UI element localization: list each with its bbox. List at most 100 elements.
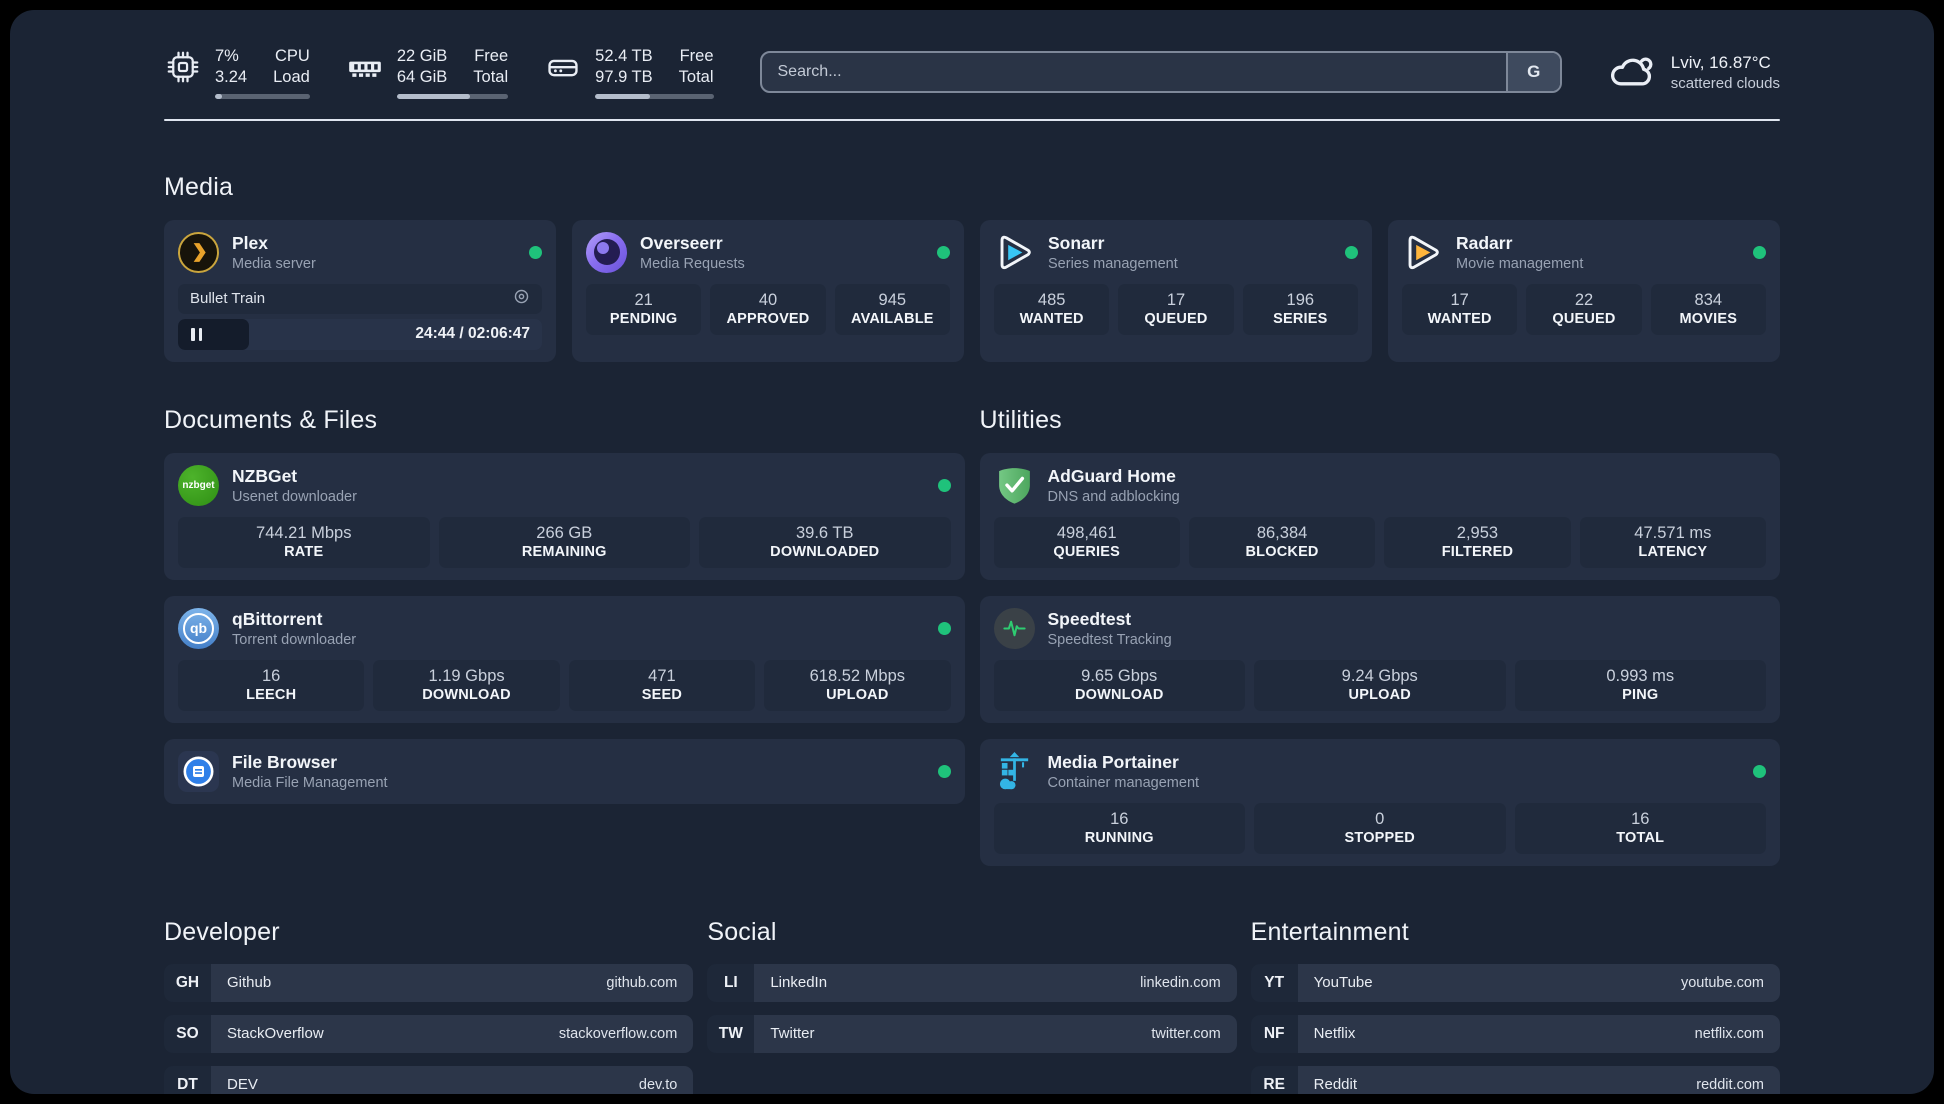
cpu-usage-label: CPU	[275, 47, 310, 65]
stat-wanted: 485 WANTED	[994, 283, 1110, 335]
service-subtitle: Torrent downloader	[232, 631, 357, 648]
disk-stat: 52.4 TB 97.9 TB Free Total	[544, 46, 714, 99]
service-card-filebrowser[interactable]: File Browser Media File Management	[164, 738, 965, 804]
section-title-developer: Developer	[164, 917, 280, 946]
service-subtitle: Media Requests	[640, 255, 745, 272]
service-card-overseerr[interactable]: Overseerr Media Requests 21 PENDING 40 A…	[572, 219, 964, 362]
radarr-icon	[1402, 232, 1443, 273]
cloud-icon	[1608, 51, 1656, 94]
service-subtitle: Speedtest Tracking	[1047, 631, 1172, 648]
memory-progress-bar	[396, 93, 509, 99]
service-title: Media Portainer	[1047, 751, 1179, 772]
cpu-load-value: 3.24	[215, 68, 248, 87]
status-dot	[529, 245, 542, 259]
system-stats: 7% 3.24 CPU Load 22 GiB 64 GiB Free Tota…	[164, 46, 714, 99]
bookmark-stackoverflow[interactable]: SO StackOverflow stackoverflow.com	[164, 1014, 694, 1053]
service-card-portainer[interactable]: Media Portainer Container management 16 …	[979, 738, 1780, 866]
section-title-utilities: Utilities	[979, 405, 1062, 434]
stat-downloaded: 39.6 TB DOWNLOADED	[699, 516, 951, 568]
section-entertainment: Entertainment YT YouTube youtube.com NF …	[1250, 917, 1780, 1094]
cpu-progress-bar	[215, 93, 310, 99]
memory-stat: 22 GiB 64 GiB Free Total	[346, 46, 509, 99]
stat-filtered: 2,953 FILTERED	[1384, 516, 1571, 568]
status-dot	[1345, 245, 1358, 259]
pause-icon	[191, 327, 202, 341]
stat-movies: 834 MOVIES	[1650, 283, 1766, 335]
cpu-load-label: Load	[273, 68, 310, 87]
bookmark-github[interactable]: GH Github github.com	[164, 963, 694, 1002]
disc-icon	[513, 288, 530, 310]
bookmark-twitter[interactable]: TW Twitter twitter.com	[707, 1014, 1237, 1053]
disk-total-label: Total	[678, 68, 714, 87]
stat-available: 945 AVAILABLE	[834, 283, 950, 335]
service-card-speedtest[interactable]: Speedtest Speedtest Tracking 9.65 Gbps D…	[979, 595, 1780, 723]
stat-running: 16 RUNNING	[993, 802, 1245, 854]
cpu-usage-value: 7%	[215, 47, 239, 65]
sonarr-icon	[994, 232, 1035, 273]
now-playing-title-row: Bullet Train	[178, 283, 542, 314]
disk-total-value: 97.9 TB	[595, 68, 653, 87]
bookmark-reddit[interactable]: RE Reddit reddit.com	[1250, 1065, 1780, 1094]
weather-widget: Lviv, 16.87°C scattered clouds	[1608, 51, 1780, 94]
bookmark-netflix[interactable]: NF Netflix netflix.com	[1250, 1014, 1780, 1053]
service-card-qbittorrent[interactable]: qb qBittorrent Torrent downloader 16 LEE…	[164, 595, 965, 723]
stat-leech: 16 LEECH	[178, 659, 365, 711]
section-title-entertainment: Entertainment	[1250, 917, 1409, 946]
bookmark-youtube[interactable]: YT YouTube youtube.com	[1250, 963, 1780, 1002]
dashboard-page: 7% 3.24 CPU Load 22 GiB 64 GiB Free Tota…	[10, 10, 1934, 1094]
section-documents-files: Documents & Files nzbget NZBGet Usenet d…	[164, 406, 965, 866]
memory-total-value: 64 GiB	[396, 68, 448, 87]
status-dot	[1753, 245, 1766, 259]
service-subtitle: DNS and adblocking	[1047, 488, 1180, 505]
stat-latency: 47.571 ms LATENCY	[1579, 516, 1766, 568]
section-social: Social LI LinkedIn linkedin.com TW Twitt…	[707, 918, 1237, 1094]
status-dot	[937, 478, 951, 492]
search-input[interactable]	[761, 53, 1506, 92]
service-title: Overseerr	[640, 232, 723, 253]
search-bar: G	[759, 51, 1562, 94]
service-card-radarr[interactable]: Radarr Movie management 17 WANTED 22 QUE…	[1388, 219, 1780, 362]
service-subtitle: Media server	[232, 255, 316, 272]
stat-ping: 0.993 ms PING	[1514, 659, 1766, 711]
now-playing-time: 24:44 / 02:06:47	[415, 325, 530, 343]
status-dot	[937, 764, 951, 778]
bookmark-dev[interactable]: DT DEV dev.to	[164, 1065, 694, 1094]
stat-rate: 744.21 Mbps RATE	[178, 516, 430, 568]
disk-free-label: Free	[679, 47, 714, 65]
service-card-plex[interactable]: Plex Media server Bullet Train 24:44 / 0…	[164, 219, 556, 362]
disk-icon	[544, 49, 582, 87]
service-card-sonarr[interactable]: Sonarr Series management 485 WANTED 17 Q…	[980, 219, 1372, 362]
cpu-stat: 7% 3.24 CPU Load	[164, 46, 310, 99]
disk-progress-bar	[595, 93, 714, 99]
stat-remaining: 266 GB REMAINING	[438, 516, 690, 568]
stat-upload: 618.52 Mbps UPLOAD	[764, 659, 951, 711]
weather-condition: scattered clouds	[1670, 74, 1780, 92]
status-dot	[1753, 764, 1766, 778]
section-utilities: Utilities AdGuard Home DNS and adblockin…	[979, 405, 1780, 866]
stat-download: 9.65 Gbps DOWNLOAD	[993, 659, 1245, 711]
status-dot	[937, 621, 951, 635]
bookmark-linkedin[interactable]: LI LinkedIn linkedin.com	[707, 963, 1237, 1002]
stat-approved: 40 APPROVED	[710, 283, 826, 335]
plex-icon	[178, 231, 219, 273]
weather-location-temp: Lviv, 16.87°C	[1670, 52, 1771, 72]
stat-pending: 21 PENDING	[586, 283, 702, 335]
section-title-documents: Documents & Files	[164, 405, 378, 434]
service-title: qBittorrent	[232, 608, 323, 629]
service-card-adguard[interactable]: AdGuard Home DNS and adblocking 498,461 …	[979, 452, 1780, 580]
service-subtitle: Series management	[1048, 255, 1178, 272]
memory-icon	[346, 49, 384, 87]
service-subtitle: Movie management	[1456, 255, 1584, 272]
search-provider-button[interactable]: G	[1505, 53, 1560, 92]
memory-free-value: 22 GiB	[396, 47, 448, 65]
service-card-nzbget[interactable]: nzbget NZBGet Usenet downloader 744.21 M…	[164, 452, 965, 580]
memory-free-label: Free	[474, 47, 509, 65]
service-title: Sonarr	[1048, 232, 1105, 253]
stat-total: 16 TOTAL	[1514, 802, 1766, 854]
service-subtitle: Media File Management	[232, 774, 388, 791]
adguard-icon	[994, 465, 1035, 506]
status-dot	[937, 245, 950, 259]
now-playing-title: Bullet Train	[190, 290, 266, 308]
speedtest-icon	[993, 607, 1035, 649]
memory-total-label: Total	[473, 68, 509, 87]
